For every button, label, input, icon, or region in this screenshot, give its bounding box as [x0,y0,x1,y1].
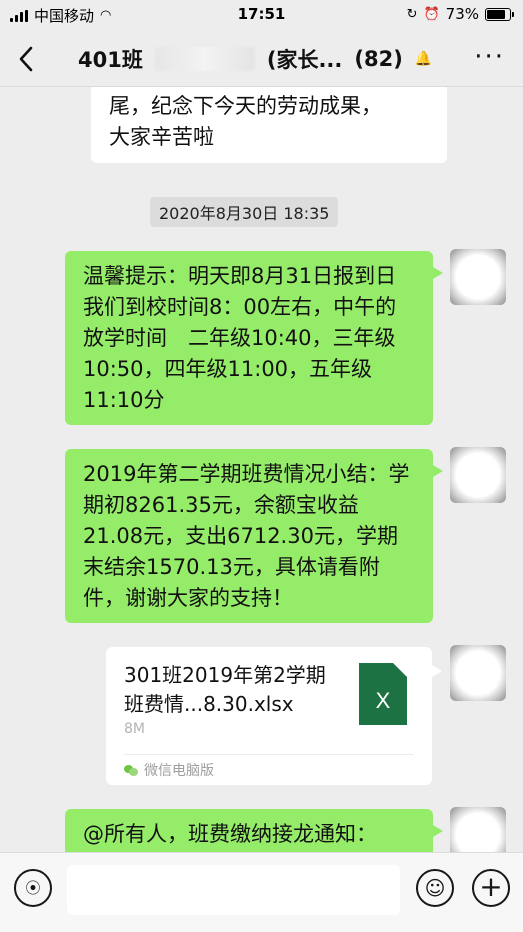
avatar[interactable] [450,645,506,701]
chat-messages[interactable]: 尾，纪念下今天的劳动成果， 大家辛苦啦 2020年8月30日 18:35 温馨提… [0,87,523,852]
file-size: 8M [124,721,145,737]
chat-title: 401班 (家长... (82) 🔔 [78,44,432,74]
rotation-lock-icon: ↻ [406,6,418,22]
message-text: 尾，纪念下今天的劳动成果， 大家辛苦啦 [109,94,382,149]
status-bar: 中国移动 ◠ 17:51 ↻ ⏰ 73% [0,0,523,30]
battery-icon [485,7,514,21]
battery-percent: 73% [445,5,479,23]
file-source: 微信电脑版 [124,760,214,780]
divider [124,754,414,755]
file-name: 301班2019年第2学期班费情...8.30.xlsx [124,663,326,716]
file-message[interactable]: 301班2019年第2学期班费情...8.30.xlsx 8M X 微信电脑版 [106,647,442,785]
voice-icon: ⦿ [25,879,41,897]
message-text: 2019年第二学期班费情况小结：学期初8261.35元，余额宝收益21.08元，… [83,462,410,610]
incoming-message[interactable]: 尾，纪念下今天的劳动成果， 大家辛苦啦 [91,87,447,163]
chat-header: 401班 (家长... (82) 🔔 ··· [0,30,523,87]
message-input[interactable] [67,865,400,915]
back-button[interactable] [18,40,34,81]
voice-button[interactable]: ⦿ [14,869,52,907]
plus-icon: + [479,870,503,903]
mute-bell-icon: 🔔 [414,51,433,67]
message-timestamp: 2020年8月30日 18:35 [150,197,339,227]
outgoing-message-notice[interactable]: 温馨提示：明天即8月31日报到日我们到校时间8：00左右，中午的放学时间 二年级… [65,251,443,425]
member-count: (82) [354,47,403,71]
outgoing-message-summary[interactable]: 2019年第二学期班费情况小结：学期初8261.35元，余额宝收益21.08元，… [65,449,443,623]
status-right: ↻ ⏰ 73% [406,5,514,23]
outgoing-message-last[interactable]: @所有人，班费缴纳接龙通知： [65,809,443,852]
redacted-name [154,47,255,71]
input-bar: ⦿ ☺ + [0,852,523,932]
avatar[interactable] [450,249,506,305]
title-prefix: 401班 [78,48,143,72]
avatar[interactable] [450,447,506,503]
wechat-icon [124,764,138,776]
message-text: @所有人，班费缴纳接龙通知： [83,822,377,846]
excel-file-icon: X [359,663,407,725]
file-icon-letter: X [375,688,391,713]
emoji-button[interactable]: ☺ [416,869,454,907]
more-dots-icon: ··· [474,42,505,72]
message-text: 温馨提示：明天即8月31日报到日我们到校时间8：00左右，中午的放学时间 二年级… [83,264,397,412]
file-source-label: 微信电脑版 [144,763,214,779]
avatar[interactable] [450,807,506,852]
more-button[interactable]: ··· [474,42,505,72]
title-suffix: (家长... [266,48,343,72]
alarm-icon: ⏰ [423,6,440,22]
chevron-left-icon [19,46,33,72]
emoji-icon: ☺ [424,876,446,900]
plus-button[interactable]: + [472,869,510,907]
